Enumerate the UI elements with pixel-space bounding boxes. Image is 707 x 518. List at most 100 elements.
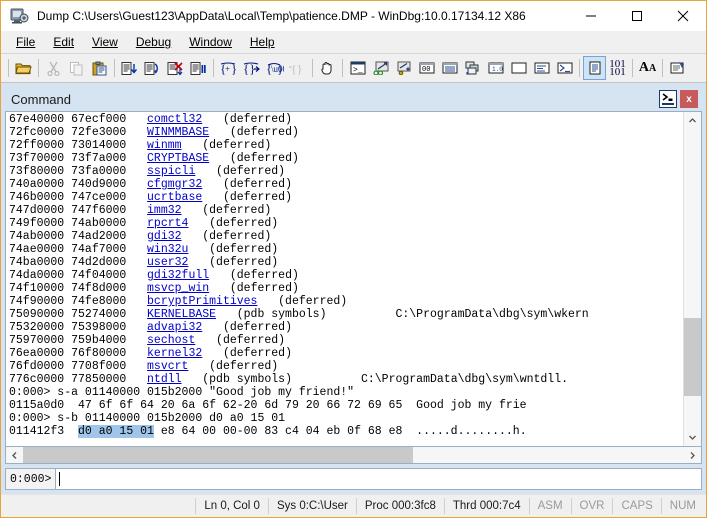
menu-view[interactable]: View [83, 33, 127, 51]
close-command-window-button[interactable]: x [680, 90, 698, 108]
module-link[interactable]: KERNELBASE [147, 308, 216, 321]
scroll-up-arrow-icon[interactable] [684, 112, 701, 129]
menu-file[interactable]: File [7, 33, 44, 51]
output-vertical-scrollbar[interactable] [683, 112, 701, 446]
scroll-right-arrow-icon[interactable] [684, 447, 701, 463]
output-vscroll-thumb[interactable] [684, 318, 701, 396]
font-icon[interactable]: AA [636, 56, 659, 80]
module-link[interactable]: ntdll [147, 373, 182, 386]
scroll-down-arrow-icon[interactable] [684, 429, 701, 446]
command-window-icon[interactable]: >_ [346, 56, 369, 80]
trace-into-icon[interactable]: { + } [217, 56, 240, 80]
module-link[interactable]: kernel32 [147, 347, 202, 360]
menu-window[interactable]: Window [180, 33, 241, 51]
module-link[interactable]: winmm [147, 139, 182, 152]
menu-edit-label: Edit [53, 35, 75, 49]
step-out-icon[interactable]: {} [240, 56, 263, 80]
copy-icon[interactable] [65, 56, 88, 80]
locals-window-icon[interactable] [392, 56, 415, 80]
close-button[interactable] [660, 1, 706, 31]
module-link[interactable]: rpcrt4 [147, 217, 188, 230]
svg-text:{}: {} [291, 62, 303, 76]
memory-window-icon[interactable] [438, 56, 461, 80]
module-link[interactable]: ucrtbase [147, 191, 202, 204]
run-to-cursor-icon[interactable] [164, 56, 187, 80]
module-link[interactable]: sspicli [147, 165, 195, 178]
stop-debugging-hand-icon[interactable] [316, 56, 339, 80]
status-system: Sys 0:C:\User [267, 498, 356, 514]
output-text: 74da0000 74f04000 [9, 269, 148, 282]
output-text: (deferred) [257, 295, 348, 308]
output-hscroll-track[interactable] [23, 447, 684, 463]
processes-threads-window-icon[interactable] [530, 56, 553, 80]
menu-debug[interactable]: Debug [127, 33, 180, 51]
options-icon[interactable] [666, 56, 689, 80]
svg-text:1.0: 1.0 [492, 66, 503, 73]
output-text: 74ae0000 74af7000 [9, 243, 148, 256]
cut-icon[interactable] [42, 56, 65, 80]
disassembly-window-icon[interactable]: 1.0 [484, 56, 507, 80]
command-output-text[interactable]: 67e40000 67ecf000 comctl32 (deferred) 72f… [6, 112, 683, 446]
status-ovr: OVR [570, 498, 613, 514]
module-link[interactable]: advapi32 [147, 321, 202, 334]
module-link[interactable]: msvcrt [147, 360, 188, 373]
step-over-icon[interactable] [141, 56, 164, 80]
status-thread: Thrd 000:7c4 [443, 498, 529, 514]
output-text: (deferred) [202, 178, 292, 191]
module-link[interactable]: WINMMBASE [147, 126, 209, 139]
toolbar-separator [662, 59, 663, 77]
source-mode-icon[interactable] [583, 56, 606, 80]
svg-text:}: } [277, 61, 283, 76]
module-link[interactable]: CRYPTBASE [147, 152, 209, 165]
maximize-button[interactable] [614, 1, 660, 31]
break-icon[interactable] [187, 56, 210, 80]
registers-window-icon[interactable]: 00 [415, 56, 438, 80]
module-link[interactable]: imm32 [147, 204, 182, 217]
output-text: 74f90000 74fe8000 [9, 295, 148, 308]
module-link[interactable]: bcryptPrimitives [147, 295, 257, 308]
output-hscroll-thumb[interactable] [23, 447, 413, 463]
output-line: 74ae0000 74af7000 win32u (deferred) [9, 243, 683, 256]
minimize-button[interactable] [568, 1, 614, 31]
module-link[interactable]: sechost [147, 334, 195, 347]
module-link[interactable]: comctl32 [147, 113, 202, 126]
paste-icon[interactable] [88, 56, 111, 80]
debugger-icon [9, 6, 29, 26]
dock-command-window-icon[interactable] [659, 90, 677, 108]
module-link[interactable]: user32 [147, 256, 188, 269]
module-link[interactable]: gdi32full [147, 269, 209, 282]
step-into-icon[interactable] [118, 56, 141, 80]
output-text: 74ba0000 74d2d000 [9, 256, 148, 269]
output-text: 0:000> s-b 01140000 015b2000 d0 a0 15 01 [9, 412, 286, 425]
module-link[interactable]: cfgmgr32 [147, 178, 202, 191]
output-text: 73f80000 73fa0000 [9, 165, 148, 178]
step-branch-icon[interactable]: { \u00B7 } [263, 56, 286, 80]
numeric-mode-icon[interactable]: 101 101 [606, 56, 629, 80]
module-link[interactable]: win32u [147, 243, 188, 256]
output-text: 75090000 75274000 [9, 308, 148, 321]
menu-help[interactable]: Help [241, 33, 284, 51]
module-link[interactable]: msvcp_win [147, 282, 209, 295]
open-folder-icon[interactable] [12, 56, 35, 80]
output-line: 75970000 759b4000 sechost (deferred) [9, 334, 683, 347]
output-text: (deferred) [188, 360, 279, 373]
menu-edit[interactable]: Edit [44, 33, 83, 51]
scratch-pad-window-icon[interactable] [507, 56, 530, 80]
output-line: 746b0000 747ce000 ucrtbase (deferred) [9, 191, 683, 204]
module-link[interactable]: gdi32 [147, 230, 182, 243]
output-line: 74f10000 74f8d000 msvcp_win (deferred) [9, 282, 683, 295]
svg-text:00: 00 [422, 66, 430, 74]
output-vscroll-track[interactable] [684, 129, 701, 429]
title-bar: Dump C:\Users\Guest123\AppData\Local\Tem… [1, 1, 706, 31]
command-browser-window-icon[interactable] [553, 56, 576, 80]
output-line: 74da0000 74f04000 gdi32full (deferred) [9, 269, 683, 282]
watch-window-icon[interactable] [369, 56, 392, 80]
scroll-left-arrow-icon[interactable] [6, 447, 23, 463]
status-bar: Ln 0, Col 0 Sys 0:C:\User Proc 000:3fc8 … [1, 494, 706, 517]
command-input[interactable] [55, 468, 702, 490]
output-horizontal-scrollbar[interactable] [5, 447, 702, 464]
menu-debug-label: Debug [135, 35, 172, 49]
svg-text:+: + [225, 64, 230, 74]
call-stack-window-icon[interactable] [461, 56, 484, 80]
command-window-caption: Command x [5, 87, 702, 111]
